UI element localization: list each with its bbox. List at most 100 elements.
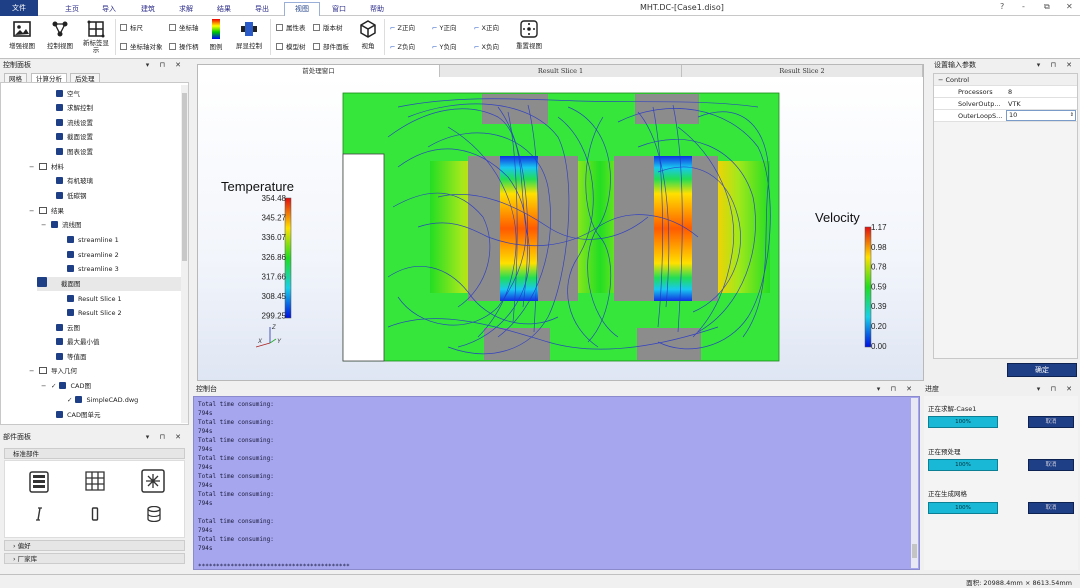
console-scrollbar[interactable] — [911, 398, 918, 568]
tree-item[interactable]: 空气 — [56, 87, 80, 101]
tab-result-slice-2[interactable]: Result Slice 2 — [682, 65, 923, 77]
collapse-icon[interactable]: − — [41, 218, 49, 232]
3d-viewport[interactable]: Temperature 354.48 345.27 336.07 326.86 317.… — [198, 77, 923, 380]
tab-solve[interactable]: 求解 — [169, 3, 203, 16]
tree-item[interactable]: 截面设置 — [56, 130, 93, 144]
panel-buttons[interactable]: ▾ ⊓ ✕ — [146, 60, 185, 71]
tab-preprocess-window[interactable]: 前处理窗口 — [198, 65, 440, 77]
tree-item[interactable]: 等值面 — [56, 350, 87, 364]
legend-button[interactable]: 图例 — [204, 19, 228, 51]
tab-file[interactable]: 文件 — [0, 0, 38, 16]
panel-buttons[interactable]: ▾ ⊓ ✕ — [877, 384, 916, 395]
param-spinbox[interactable]: 10 ⇕ — [1006, 110, 1076, 121]
view-y-pos-button[interactable]: ⌐ Y正向 — [432, 22, 457, 32]
console-output[interactable]: Total time consuming: 794s Total time cons… — [193, 396, 920, 570]
panel-buttons[interactable]: ▾ ⊓ ✕ — [1037, 384, 1076, 395]
check-version-tree[interactable]: 版本树 — [313, 22, 343, 32]
param-value[interactable]: VTK — [1008, 98, 1021, 110]
tree-group[interactable]: − ✓ CAD图 — [41, 379, 91, 393]
view-x-neg-button[interactable]: ⌐ X负向 — [474, 41, 499, 51]
check-parts-panel[interactable]: 部件面板 — [313, 41, 349, 51]
reset-view-button[interactable]: 重置视图 — [512, 20, 546, 50]
tab-result-slice-1[interactable]: Result Slice 1 — [440, 65, 682, 77]
check-axis[interactable]: 坐标轴 — [169, 22, 199, 32]
minimize-icon[interactable]: - — [1022, 2, 1025, 11]
close-icon[interactable]: ✕ — [1066, 2, 1073, 11]
tab-help[interactable]: 帮助 — [360, 3, 394, 16]
view-z-neg-button[interactable]: ⌐ Z负向 — [390, 41, 415, 51]
block-icon[interactable] — [91, 507, 99, 521]
tree-item[interactable]: Result Slice 2 — [67, 306, 122, 320]
tree-group[interactable]: − 结果 — [29, 204, 64, 218]
tree-item[interactable]: 低碳钢 — [56, 189, 87, 203]
tree-group[interactable]: − 导入几何 — [29, 364, 77, 378]
tree-item[interactable]: streamline 1 — [67, 233, 119, 247]
enhanced-view-button[interactable]: 增强视图 — [6, 20, 38, 50]
section-preferences[interactable]: › 偏好 — [4, 540, 185, 551]
tree-item[interactable]: 最大最小值 — [56, 335, 100, 349]
check-icon[interactable]: ✓ — [67, 396, 72, 404]
cooling-unit-icon[interactable] — [141, 469, 165, 493]
tree-item[interactable]: Result Slice 1 — [67, 292, 122, 306]
check-ruler[interactable]: 标尺 — [120, 22, 143, 32]
tree-scrollbar[interactable] — [181, 85, 188, 423]
tree-group[interactable]: − 材料 — [29, 160, 64, 174]
view-angle-button[interactable]: 视角 — [356, 20, 380, 50]
mesh-grid-icon[interactable] — [85, 471, 105, 491]
cancel-button[interactable]: 取消 — [1028, 416, 1074, 428]
check-axis-object[interactable]: 坐标轴对象 — [120, 41, 163, 51]
tab-building[interactable]: 建筑 — [131, 3, 165, 16]
cylinder-icon[interactable] — [147, 506, 161, 522]
help-icon[interactable]: ? — [1000, 2, 1004, 11]
scrollbar-thumb[interactable] — [912, 544, 917, 558]
tree-item[interactable]: streamline 2 — [67, 248, 119, 262]
control-view-button[interactable]: 控制视图 — [44, 20, 76, 50]
simulation-render[interactable]: Temperature 354.48 345.27 336.07 326.86 317.… — [198, 77, 923, 380]
param-value[interactable]: 8 — [1008, 86, 1012, 98]
tab-export[interactable]: 导出 — [245, 3, 279, 16]
tree-item[interactable]: streamline 3 — [67, 262, 119, 276]
collapse-icon[interactable]: − — [41, 379, 49, 393]
param-row[interactable]: OuterLoopS... 10 ⇕ — [934, 110, 1077, 122]
panel-buttons[interactable]: ▾ ⊓ ✕ — [146, 432, 185, 443]
tree-item[interactable]: CAD图单元 — [56, 408, 101, 422]
tree-item-selected[interactable]: 截面图 — [37, 277, 187, 291]
collapse-icon[interactable]: − — [29, 364, 37, 378]
check-model-tree[interactable]: 模型树 — [276, 41, 306, 51]
view-x-pos-button[interactable]: ⌐ X正向 — [474, 22, 499, 32]
tree-item[interactable]: 有机玻璃 — [56, 174, 93, 188]
collapse-icon[interactable]: − — [29, 204, 37, 218]
display-control-button[interactable]: 屏显控制 — [232, 20, 266, 50]
view-y-neg-button[interactable]: ⌐ Y负向 — [432, 41, 457, 51]
check-property-table[interactable]: 属性表 — [276, 22, 306, 32]
tree-group[interactable]: − 流线图 — [41, 218, 82, 232]
tree-item[interactable]: ✓ SimpleCAD.dwg — [67, 393, 138, 407]
cancel-button[interactable]: 取消 — [1028, 502, 1074, 514]
tree-item[interactable]: 求解控制 — [56, 101, 93, 115]
section-standard-parts[interactable]: 标准部件 — [4, 448, 185, 459]
param-row[interactable]: SolverOutp... VTK — [934, 98, 1077, 110]
tab-window[interactable]: 窗口 — [322, 3, 356, 16]
collapse-icon[interactable]: − — [29, 160, 37, 174]
tree-item[interactable]: 云图 — [56, 321, 80, 335]
tree-item[interactable]: 流线设置 — [56, 116, 93, 130]
restore-icon[interactable]: ⧉ — [1044, 2, 1050, 12]
tab-home[interactable]: 主页 — [55, 3, 89, 16]
pipe-icon[interactable] — [35, 507, 43, 521]
tab-import[interactable]: 导入 — [92, 3, 126, 16]
scrollbar-thumb[interactable] — [182, 93, 187, 261]
cancel-button[interactable]: 取消 — [1028, 459, 1074, 471]
tab-results[interactable]: 结果 — [207, 3, 241, 16]
cabinet-icon[interactable] — [29, 471, 49, 493]
view-z-pos-button[interactable]: ⌐ Z正向 — [390, 22, 415, 32]
confirm-button[interactable]: 确定 — [1007, 363, 1077, 377]
params-group[interactable]: − Control — [934, 74, 1077, 86]
check-handle[interactable]: 操作柄 — [169, 41, 199, 51]
section-vendor-library[interactable]: › 厂家库 — [4, 553, 185, 564]
param-row[interactable]: Processors 8 — [934, 86, 1077, 98]
tree-item[interactable]: 图表设置 — [56, 145, 93, 159]
panel-buttons[interactable]: ▾ ⊓ ✕ — [1037, 60, 1076, 71]
tab-view[interactable]: 视图 — [284, 2, 320, 16]
check-icon[interactable]: ✓ — [51, 382, 56, 390]
spin-icon[interactable]: ⇕ — [1070, 111, 1074, 120]
